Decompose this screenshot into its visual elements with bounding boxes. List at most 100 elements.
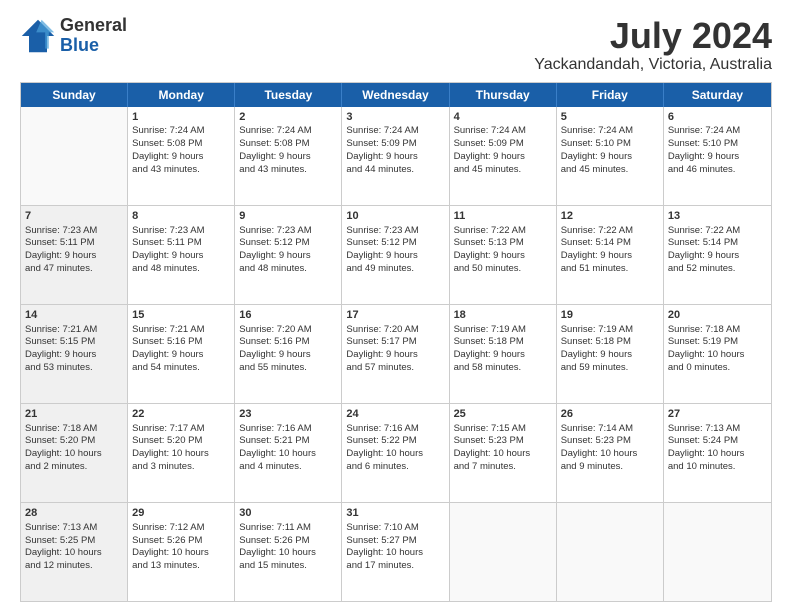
header-day: Wednesday (342, 83, 449, 107)
day-info: and 15 minutes. (239, 560, 337, 573)
day-number: 13 (668, 209, 767, 224)
day-info: Sunrise: 7:18 AM (25, 423, 123, 436)
day-info: and 55 minutes. (239, 362, 337, 375)
day-number: 30 (239, 506, 337, 521)
day-info: Daylight: 9 hours (25, 250, 123, 263)
day-info: Daylight: 10 hours (668, 448, 767, 461)
day-info: and 51 minutes. (561, 263, 659, 276)
calendar-cell: 7Sunrise: 7:23 AMSunset: 5:11 PMDaylight… (21, 206, 128, 304)
day-info: Daylight: 9 hours (346, 250, 444, 263)
day-info: and 47 minutes. (25, 263, 123, 276)
day-info: Sunrise: 7:16 AM (346, 423, 444, 436)
day-info: Sunset: 5:16 PM (239, 336, 337, 349)
calendar-cell: 8Sunrise: 7:23 AMSunset: 5:11 PMDaylight… (128, 206, 235, 304)
title-block: July 2024 Yackandandah, Victoria, Austra… (534, 16, 772, 74)
day-info: Sunrise: 7:11 AM (239, 522, 337, 535)
day-number: 27 (668, 407, 767, 422)
day-info: Sunset: 5:25 PM (25, 535, 123, 548)
day-number: 29 (132, 506, 230, 521)
day-number: 2 (239, 110, 337, 125)
day-info: Sunrise: 7:19 AM (561, 324, 659, 337)
day-info: Daylight: 10 hours (132, 547, 230, 560)
calendar-cell: 22Sunrise: 7:17 AMSunset: 5:20 PMDayligh… (128, 404, 235, 502)
day-number: 10 (346, 209, 444, 224)
day-info: Sunrise: 7:24 AM (346, 125, 444, 138)
day-info: Sunrise: 7:13 AM (25, 522, 123, 535)
day-info: Daylight: 9 hours (561, 250, 659, 263)
day-info: Daylight: 9 hours (25, 349, 123, 362)
day-info: Daylight: 9 hours (346, 151, 444, 164)
day-number: 22 (132, 407, 230, 422)
page: General Blue July 2024 Yackandandah, Vic… (0, 0, 792, 612)
day-info: Sunrise: 7:23 AM (346, 225, 444, 238)
day-info: Sunrise: 7:23 AM (25, 225, 123, 238)
day-info: Daylight: 10 hours (239, 448, 337, 461)
day-number: 28 (25, 506, 123, 521)
day-number: 14 (25, 308, 123, 323)
day-info: Sunset: 5:11 PM (132, 237, 230, 250)
logo-blue-text: Blue (60, 36, 127, 56)
day-info: and 13 minutes. (132, 560, 230, 573)
day-info: Sunrise: 7:15 AM (454, 423, 552, 436)
calendar-cell: 5Sunrise: 7:24 AMSunset: 5:10 PMDaylight… (557, 107, 664, 205)
calendar-cell (450, 503, 557, 601)
day-info: Daylight: 9 hours (668, 250, 767, 263)
day-number: 6 (668, 110, 767, 125)
calendar-cell: 6Sunrise: 7:24 AMSunset: 5:10 PMDaylight… (664, 107, 771, 205)
header: General Blue July 2024 Yackandandah, Vic… (20, 16, 772, 74)
header-day: Monday (128, 83, 235, 107)
day-info: and 46 minutes. (668, 164, 767, 177)
day-info: Sunset: 5:14 PM (561, 237, 659, 250)
day-info: Sunset: 5:14 PM (668, 237, 767, 250)
calendar-cell: 13Sunrise: 7:22 AMSunset: 5:14 PMDayligh… (664, 206, 771, 304)
calendar-body: 1Sunrise: 7:24 AMSunset: 5:08 PMDaylight… (21, 107, 771, 601)
day-info: Sunset: 5:27 PM (346, 535, 444, 548)
day-info: and 53 minutes. (25, 362, 123, 375)
day-info: and 48 minutes. (132, 263, 230, 276)
day-info: Sunrise: 7:24 AM (454, 125, 552, 138)
day-number: 4 (454, 110, 552, 125)
day-info: Sunrise: 7:18 AM (668, 324, 767, 337)
day-info: Sunrise: 7:21 AM (132, 324, 230, 337)
day-info: Daylight: 10 hours (239, 547, 337, 560)
logo-text: General Blue (60, 16, 127, 56)
day-number: 17 (346, 308, 444, 323)
day-number: 1 (132, 110, 230, 125)
calendar-cell: 26Sunrise: 7:14 AMSunset: 5:23 PMDayligh… (557, 404, 664, 502)
calendar-cell: 27Sunrise: 7:13 AMSunset: 5:24 PMDayligh… (664, 404, 771, 502)
main-title: July 2024 (534, 16, 772, 56)
day-info: and 4 minutes. (239, 461, 337, 474)
day-info: Sunrise: 7:23 AM (239, 225, 337, 238)
day-info: Daylight: 9 hours (454, 250, 552, 263)
day-info: Daylight: 9 hours (346, 349, 444, 362)
calendar-cell: 1Sunrise: 7:24 AMSunset: 5:08 PMDaylight… (128, 107, 235, 205)
calendar-cell: 30Sunrise: 7:11 AMSunset: 5:26 PMDayligh… (235, 503, 342, 601)
header-day: Saturday (664, 83, 771, 107)
day-info: Sunset: 5:26 PM (132, 535, 230, 548)
day-info: Sunrise: 7:17 AM (132, 423, 230, 436)
day-info: and 7 minutes. (454, 461, 552, 474)
day-info: Daylight: 9 hours (239, 349, 337, 362)
day-info: Sunrise: 7:19 AM (454, 324, 552, 337)
day-info: and 49 minutes. (346, 263, 444, 276)
day-info: Sunset: 5:11 PM (25, 237, 123, 250)
day-info: Sunset: 5:21 PM (239, 435, 337, 448)
day-number: 21 (25, 407, 123, 422)
day-number: 7 (25, 209, 123, 224)
day-number: 19 (561, 308, 659, 323)
day-info: Daylight: 9 hours (454, 349, 552, 362)
day-info: and 52 minutes. (668, 263, 767, 276)
calendar-cell: 12Sunrise: 7:22 AMSunset: 5:14 PMDayligh… (557, 206, 664, 304)
day-number: 18 (454, 308, 552, 323)
logo-general-text: General (60, 16, 127, 36)
calendar-cell: 21Sunrise: 7:18 AMSunset: 5:20 PMDayligh… (21, 404, 128, 502)
calendar-row: 21Sunrise: 7:18 AMSunset: 5:20 PMDayligh… (21, 404, 771, 503)
day-info: Sunset: 5:15 PM (25, 336, 123, 349)
day-info: Daylight: 9 hours (561, 349, 659, 362)
day-info: Sunset: 5:24 PM (668, 435, 767, 448)
day-info: and 45 minutes. (454, 164, 552, 177)
day-info: Daylight: 10 hours (132, 448, 230, 461)
day-info: Daylight: 10 hours (346, 547, 444, 560)
day-info: and 2 minutes. (25, 461, 123, 474)
subtitle: Yackandandah, Victoria, Australia (534, 56, 772, 74)
